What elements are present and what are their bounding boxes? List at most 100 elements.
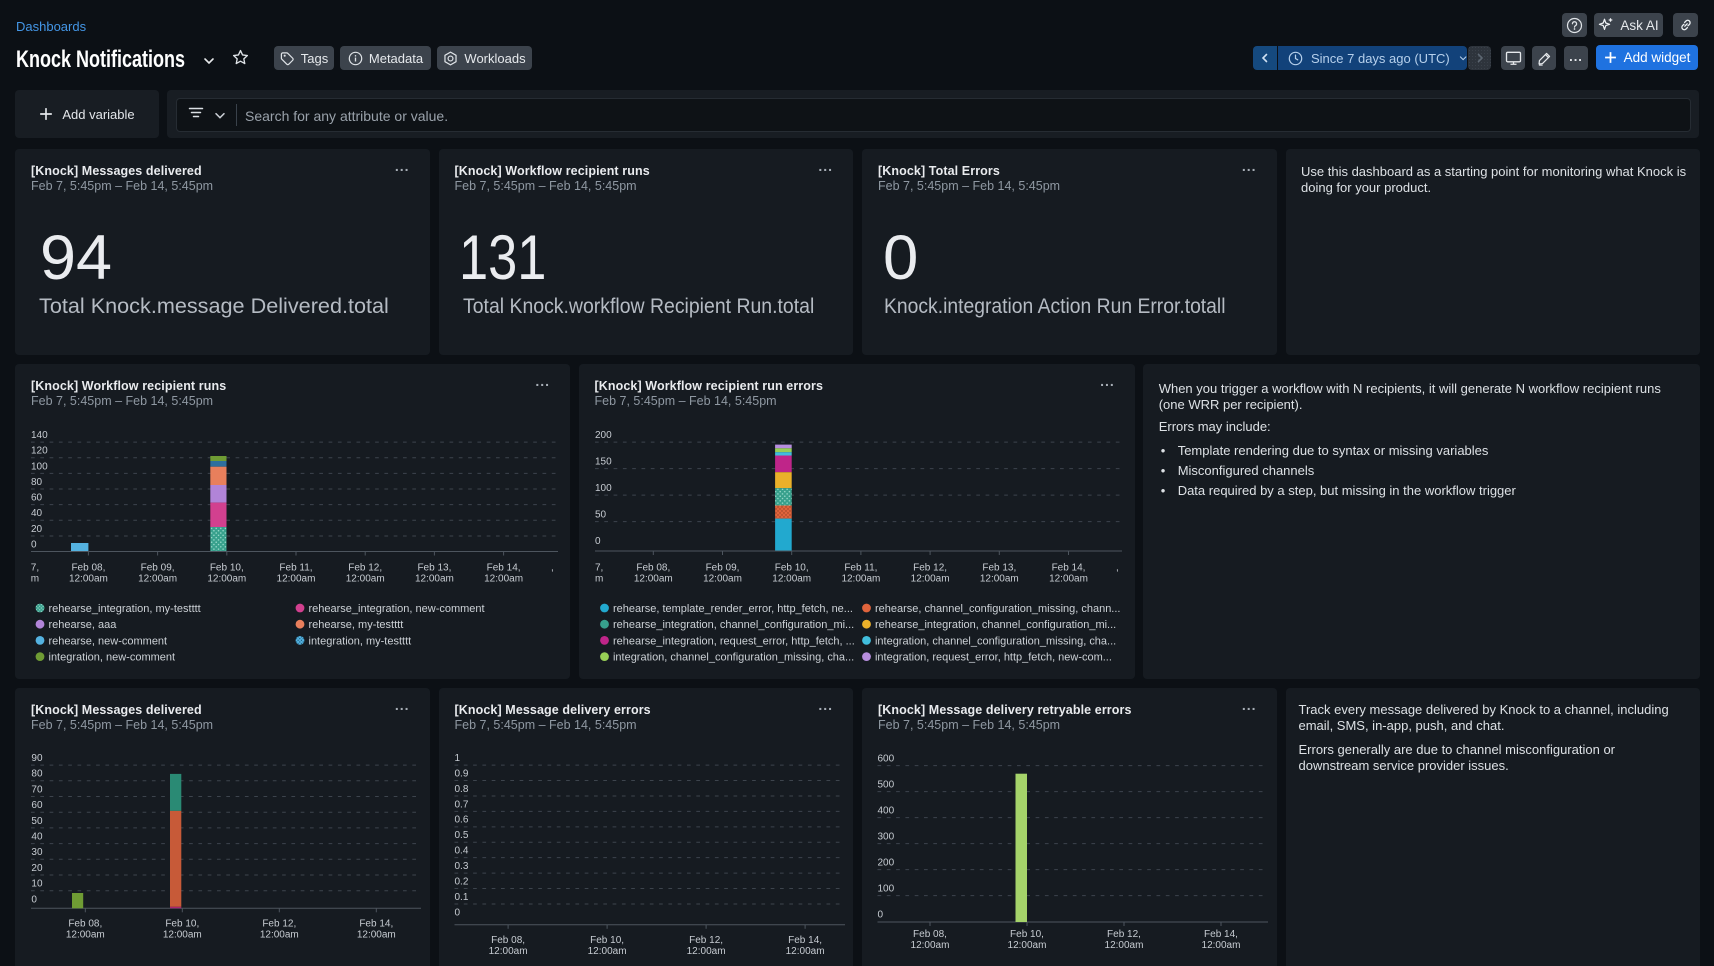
svg-text:Feb 12,: Feb 12, [689,935,723,946]
svg-text:Feb 10,: Feb 10, [210,563,244,574]
svg-text:12:00am: 12:00am [979,573,1018,584]
svg-text:12:00am: 12:00am [163,930,202,941]
svg-text:integration, new-comment: integration, new-comment [49,652,176,664]
svg-text:Feb 08,: Feb 08, [491,935,525,946]
svg-text:Feb 12,: Feb 12, [262,919,296,930]
svg-text:Feb 09,: Feb 09, [705,562,739,573]
svg-text:150: 150 [594,457,611,468]
svg-text:integration, channel_configura: integration, channel_configuration_missi… [612,652,853,664]
svg-text:7,: 7, [31,563,39,574]
svg-text:12:00am: 12:00am [841,573,880,584]
svg-text:rehearse, new-comment: rehearse, new-comment [49,635,168,647]
svg-text:Feb 09,: Feb 09, [141,563,175,574]
svg-text:20: 20 [31,524,43,535]
svg-text:0: 0 [31,894,37,905]
svg-text:0: 0 [878,910,884,921]
svg-text:80: 80 [31,769,43,780]
svg-text:12:00am: 12:00am [633,573,672,584]
svg-text:Feb 12,: Feb 12, [1107,929,1141,940]
svg-text:12:00am: 12:00am [260,930,299,941]
svg-text:100: 100 [31,461,48,472]
svg-text:Feb 14,: Feb 14, [1204,929,1238,940]
svg-text:Feb 10,: Feb 10, [1010,929,1044,940]
svg-text:30: 30 [31,847,43,858]
svg-text:,: , [1115,562,1118,573]
svg-text:rehearse_integration, new-comm: rehearse_integration, new-comment [309,603,485,615]
svg-text:12:00am: 12:00am [1202,940,1241,951]
svg-text:Feb 12,: Feb 12, [913,562,947,573]
svg-text:140: 140 [31,430,48,441]
svg-text:0.5: 0.5 [454,830,468,841]
svg-text:0.1: 0.1 [454,892,468,903]
svg-text:0: 0 [454,907,460,918]
svg-text:Feb 13,: Feb 13, [417,563,451,574]
svg-text:20: 20 [31,863,43,874]
svg-text:0.2: 0.2 [454,876,468,887]
svg-text:12:00am: 12:00am [484,574,523,585]
svg-text:0.7: 0.7 [454,799,468,810]
svg-text:12:00am: 12:00am [66,930,105,941]
svg-text:12:00am: 12:00am [346,574,385,585]
svg-text:Feb 08,: Feb 08, [913,929,947,940]
svg-text:rehearse, my-testttt: rehearse, my-testttt [309,619,404,631]
svg-text:0.6: 0.6 [454,815,468,826]
svg-text:0: 0 [594,536,600,547]
svg-text:Feb 10,: Feb 10, [774,562,808,573]
svg-text:rehearse, channel_configuratio: rehearse, channel_configuration_missing,… [874,603,1119,615]
svg-text:12:00am: 12:00am [357,930,396,941]
svg-text:Feb 10,: Feb 10, [165,919,199,930]
svg-text:12:00am: 12:00am [587,946,626,957]
svg-text:10: 10 [31,879,43,890]
svg-text:0.4: 0.4 [454,846,468,857]
svg-text:40: 40 [31,508,43,519]
svg-text:12:00am: 12:00am [1049,573,1088,584]
svg-text:100: 100 [878,884,895,895]
svg-text:12:00am: 12:00am [69,574,108,585]
svg-text:12:00am: 12:00am [1008,940,1047,951]
svg-text:rehearse_integration, channel_: rehearse_integration, channel_configurat… [874,619,1115,631]
svg-text:Feb 11,: Feb 11, [844,562,877,573]
svg-text:12:00am: 12:00am [703,573,742,584]
svg-text:12:00am: 12:00am [785,946,824,957]
svg-text:0.8: 0.8 [454,784,468,795]
svg-text:50: 50 [31,816,43,827]
svg-text:12:00am: 12:00am [910,573,949,584]
svg-text:100: 100 [594,483,611,494]
svg-text:12:00am: 12:00am [686,946,725,957]
svg-text:60: 60 [31,800,43,811]
svg-text:50: 50 [594,510,606,521]
svg-text:Feb 11,: Feb 11, [279,563,312,574]
svg-text:Feb 08,: Feb 08, [68,919,102,930]
svg-text:integration, my-testttt: integration, my-testttt [309,635,412,647]
svg-text:Feb 10,: Feb 10, [590,935,624,946]
svg-text:Feb 14,: Feb 14, [359,919,393,930]
svg-text:rehearse, aaa: rehearse, aaa [49,619,118,631]
svg-text:m: m [31,574,39,585]
svg-text:rehearse, template_render_erro: rehearse, template_render_error, http_fe… [612,603,852,615]
svg-text:integration, request_error, ht: integration, request_error, http_fetch, … [874,652,1111,664]
svg-text:rehearse_integration, request_: rehearse_integration, request_error, htt… [612,635,854,647]
svg-text:600: 600 [878,754,895,765]
svg-text:,: , [551,563,554,574]
svg-text:Feb 14,: Feb 14, [1051,562,1085,573]
svg-text:0.9: 0.9 [454,768,468,779]
svg-text:0.3: 0.3 [454,861,468,872]
svg-text:Feb 14,: Feb 14, [487,563,521,574]
svg-text:500: 500 [878,780,895,791]
svg-text:Feb 08,: Feb 08, [636,562,670,573]
svg-text:12:00am: 12:00am [911,940,950,951]
svg-text:12:00am: 12:00am [488,946,527,957]
svg-text:40: 40 [31,832,43,843]
svg-text:Feb 08,: Feb 08, [71,563,105,574]
svg-text:12:00am: 12:00am [277,574,316,585]
svg-text:rehearse_integration, my-testt: rehearse_integration, my-testttt [49,603,201,615]
svg-text:70: 70 [31,784,43,795]
svg-text:Feb 12,: Feb 12, [348,563,382,574]
svg-text:12:00am: 12:00am [1105,940,1144,951]
svg-text:12:00am: 12:00am [415,574,454,585]
svg-text:1: 1 [454,753,460,764]
svg-text:Feb 14,: Feb 14, [788,935,822,946]
svg-text:200: 200 [878,858,895,869]
svg-text:300: 300 [878,832,895,843]
svg-text:90: 90 [31,753,43,764]
